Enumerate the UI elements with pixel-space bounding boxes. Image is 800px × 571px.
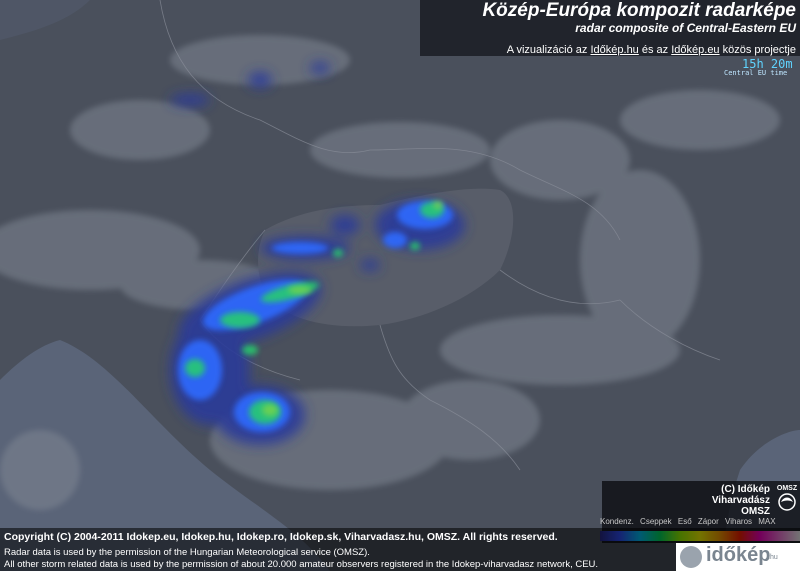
project-middle: és az [641, 44, 669, 56]
legend-label-max: MAX [758, 517, 776, 526]
legend-labels: Kondenz. Cseppek Eső Zápor Viharos MAX [600, 517, 800, 526]
idokep-eu-link[interactable]: Időkép.eu [671, 44, 719, 56]
legend-label-kondenz: Kondenz. [600, 517, 634, 526]
copyright-text: Copyright (C) 2004-2011 Idokep.eu, Idoke… [4, 531, 558, 543]
page-subtitle: radar composite of Central-Eastern EU [575, 21, 796, 35]
project-credit: A vizualizáció az Időkép.hu és az Időkép… [507, 44, 796, 56]
idokep-logo-text: időkép [706, 544, 771, 566]
legend-label-cseppek: Cseppek [640, 517, 672, 526]
time-zone-label: Central EU time [724, 69, 788, 77]
idokep-logo-icon [680, 546, 702, 568]
page-title: Közép-Európa kompozit radarképe [482, 0, 796, 21]
legend-label-viharos: Viharos [725, 517, 753, 526]
idokep-logo-domain: .hu [768, 554, 778, 561]
project-suffix: közös projectje [722, 44, 796, 56]
legend-brand-viharvadasz: Viharvadász [711, 495, 770, 506]
legend-label-eso: Eső [677, 517, 692, 526]
legend-brand-idokep: (C) Időkép [721, 484, 770, 495]
legend-label-zapor: Zápor [697, 517, 719, 526]
idokep-hu-link[interactable]: Időkép.hu [590, 44, 638, 56]
permission-text-observers: All other storm related data is used by … [4, 559, 599, 570]
time-display: 15h 20m Central EU time [724, 57, 798, 79]
legend-brand-omsz: OMSZ [741, 506, 770, 517]
omsz-logo-text: OMSZ [777, 485, 798, 492]
permission-text-omsz: Radar data is used by the permission of … [4, 547, 370, 558]
idokep-logo[interactable]: időkép .hu [676, 543, 800, 571]
project-prefix: A vizualizáció az [506, 44, 588, 56]
omsz-logo-icon: OMSZ [776, 482, 798, 514]
